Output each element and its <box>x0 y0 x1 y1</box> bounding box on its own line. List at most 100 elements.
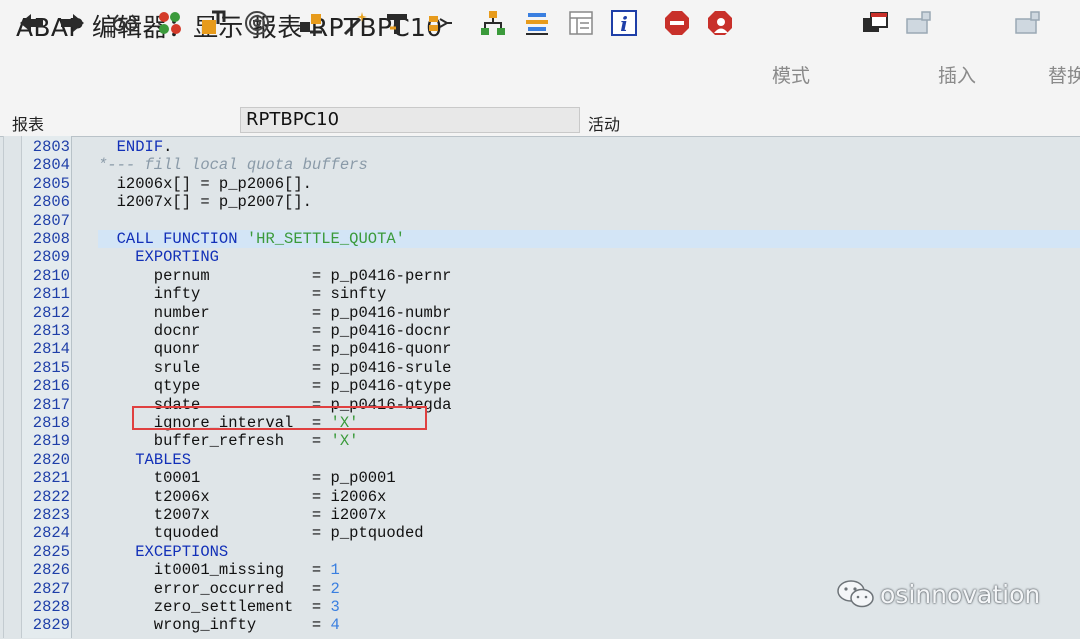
code-text: t0001 = p_p0001 <box>98 469 396 487</box>
code-line[interactable]: 2820 TABLES <box>33 451 1080 469</box>
line-number: 2822 <box>32 487 70 506</box>
code-line[interactable]: 2825 EXCEPTIONS <box>33 543 1080 561</box>
code-text: srule = p_p0416-srule <box>98 359 452 377</box>
code-line[interactable]: 2822 t2006x = i2006x <box>33 488 1080 506</box>
window-icon[interactable] <box>860 8 890 38</box>
line-number: 2805 <box>32 174 70 193</box>
code-token: buffer_refresh = <box>98 432 331 451</box>
code-token: i2007x[] = p_p2007[]. <box>98 193 312 212</box>
insert-icon[interactable] <box>904 8 934 38</box>
code-line[interactable]: 2811 infty = sinfty <box>33 285 1080 304</box>
code-text: i2007x[] = p_p2007[]. <box>98 193 312 211</box>
code-line[interactable]: 2806 i2007x[] = p_p2007[]. <box>33 193 1080 211</box>
code-text: qtype = p_p0416-qtype <box>98 377 452 396</box>
line-number: 2807 <box>32 211 70 230</box>
line-number: 2814 <box>32 340 70 359</box>
line-number: 2820 <box>32 450 70 469</box>
document-icon[interactable] <box>566 8 596 38</box>
code-token: i2006x[] = p_p2006[]. <box>98 174 312 193</box>
object-list-icon[interactable] <box>296 8 326 38</box>
user-stop-icon[interactable] <box>705 8 735 38</box>
code-token: 'HR_SETTLE_QUOTA' <box>246 230 405 248</box>
code-text: quonr = p_p0416-quonr <box>98 340 452 358</box>
stack-icon[interactable] <box>522 8 552 38</box>
line-number: 2821 <box>32 469 70 488</box>
line-number: 2818 <box>32 414 70 432</box>
code-line[interactable]: 2813 docnr = p_p0416-docnr <box>33 322 1080 340</box>
code-text: error_occurred = 2 <box>98 580 340 598</box>
glasses-icon[interactable] <box>110 8 140 38</box>
code-line[interactable]: 2814 quonr = p_p0416-quonr <box>33 340 1080 358</box>
hierarchy-icon[interactable] <box>478 8 508 38</box>
code-token: EXPORTING <box>135 248 219 267</box>
replace-icon[interactable] <box>1013 8 1043 38</box>
report-label: 报表 <box>12 115 45 134</box>
code-token: infty = sinfty <box>98 285 387 304</box>
code-text: it0001_missing = 1 <box>98 561 340 579</box>
back-icon[interactable] <box>16 8 46 38</box>
code-token: error_occurred = <box>98 579 331 598</box>
info-icon[interactable]: i <box>609 8 639 38</box>
replace-button[interactable]: 替换 <box>1048 61 1080 88</box>
code-line[interactable]: 2823 t2007x = i2007x <box>33 506 1080 524</box>
line-number: 2803 <box>32 138 70 156</box>
code-token: t2007x = i2007x <box>98 506 387 524</box>
wand-icon[interactable] <box>340 8 370 38</box>
code-text: CALL FUNCTION 'HR_SETTLE_QUOTA' <box>98 230 405 248</box>
line-number: 2816 <box>32 377 70 396</box>
code-token: qtype = p_p0416-qtype <box>98 377 452 396</box>
report-name-field[interactable]: RPTBPC10 <box>240 107 580 133</box>
code-line[interactable]: 2809 EXPORTING <box>33 248 1080 267</box>
code-token: 1 <box>330 561 340 580</box>
line-number: 2826 <box>32 561 70 580</box>
code-line[interactable]: 2819 buffer_refresh = 'X' <box>33 432 1080 451</box>
line-number: 2823 <box>32 506 70 524</box>
code-text: infty = sinfty <box>98 285 387 304</box>
mode-button[interactable]: 模式 <box>772 61 810 88</box>
code-line[interactable]: 2805 i2006x[] = p_p2006[]. <box>33 175 1080 193</box>
code-token: 2 <box>330 579 340 598</box>
line-number: 2817 <box>32 395 70 414</box>
code-line[interactable]: 2803 ENDIF. <box>33 138 1080 156</box>
code-line[interactable]: 2824 tquoded = p_ptquoded <box>33 524 1080 543</box>
code-line[interactable]: 2815 srule = p_p0416-srule <box>33 359 1080 377</box>
code-text: buffer_refresh = 'X' <box>98 432 359 451</box>
highlight-box <box>132 406 427 430</box>
code-line[interactable]: 2808 CALL FUNCTION 'HR_SETTLE_QUOTA' <box>33 230 1080 249</box>
code-text: EXCEPTIONS <box>98 543 228 561</box>
activate-icon[interactable] <box>155 8 185 38</box>
code-text: pernum = p_p0416-pernr <box>98 267 452 285</box>
stamp-icon[interactable] <box>382 8 412 38</box>
code-line[interactable]: 2810 pernum = p_p0416-pernr <box>33 267 1080 285</box>
code-line[interactable]: 2821 t0001 = p_p0001 <box>33 469 1080 487</box>
spiral-icon[interactable] <box>242 8 272 38</box>
code-token: 4 <box>330 616 340 635</box>
line-number: 2810 <box>32 266 70 285</box>
code-text: t2006x = i2006x <box>98 488 387 506</box>
line-number: 2808 <box>32 230 70 248</box>
code-line[interactable]: 2812 number = p_p0416-numbr <box>33 304 1080 322</box>
insert-button[interactable]: 插入 <box>938 61 976 88</box>
transport-icon[interactable] <box>198 8 228 38</box>
code-line[interactable]: 2826 it0001_missing = 1 <box>33 561 1080 579</box>
code-text: i2006x[] = p_p2006[]. <box>98 175 312 193</box>
code-area[interactable]: 2803 ENDIF. 2804 *--- fill local quota buf… <box>33 136 1080 638</box>
code-line[interactable]: 2816 qtype = p_p0416-qtype <box>33 377 1080 396</box>
code-token: tquoded = p_ptquoded <box>98 524 424 543</box>
code-line[interactable]: 2829 wrong_infty = 4 <box>33 616 1080 635</box>
code-text: TABLES <box>98 451 191 469</box>
code-text: ENDIF. <box>98 138 173 156</box>
code-token: *--- fill local quota buffers <box>98 156 368 175</box>
code-text: t2007x = i2007x <box>98 506 387 524</box>
structure-icon[interactable] <box>425 8 455 38</box>
code-line[interactable]: 2804 *--- fill local quota buffers <box>33 156 1080 175</box>
code-line[interactable]: 2807 <box>33 212 1080 230</box>
line-number: 2829 <box>32 616 70 635</box>
application-toolbar <box>0 48 1080 96</box>
stop-icon[interactable] <box>662 8 692 38</box>
forward-icon[interactable] <box>58 8 88 38</box>
